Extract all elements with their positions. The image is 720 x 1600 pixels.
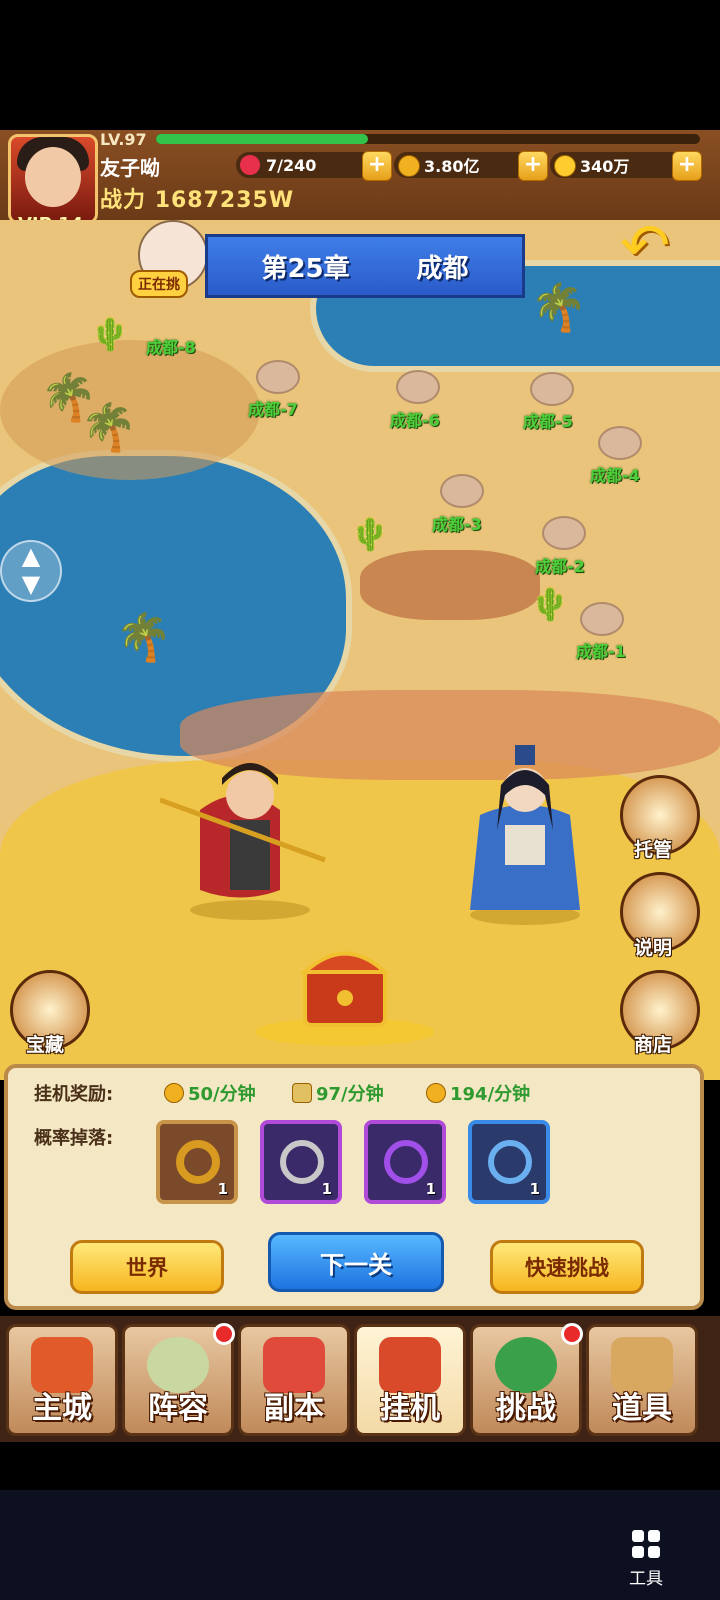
info-label: 说明 [634,937,673,959]
stage-node-5[interactable] [530,372,574,406]
back-arrow-icon[interactable]: ↶ [620,220,692,276]
drop-item-dragon-ring[interactable]: 1 [156,1120,238,1204]
grid-icon [632,1530,660,1558]
tools-label: 工具 [629,1569,663,1589]
stage-label-4[interactable]: 成都-4 [590,462,640,486]
system-bar: 工具 [0,1490,720,1600]
stage-label-2[interactable]: 成都-2 [535,553,585,577]
rate-exp: 97/分钟 [292,1080,384,1106]
stage-node-2[interactable] [542,516,586,550]
treasure-chest-icon[interactable] [250,940,440,1050]
chapter-map: 🌴 🌴 🌴 🌴 🌵 🌵 🌵 正在挑 第25章 成都 ↶ ▲ ▼ 成都-1 成都-2… [0,220,720,1080]
nav-main-city[interactable]: 主城 [6,1324,118,1436]
stage-label-6[interactable]: 成都-6 [390,407,440,431]
add-stamina-button[interactable]: + [362,151,392,181]
combat-power-value: 1687235W [154,188,295,213]
coin-icon [398,155,420,177]
nav-challenge[interactable]: 挑战 [470,1323,583,1436]
coin-icon [164,1083,184,1103]
drop-chance-label: 概率掉落: [34,1128,114,1149]
add-gold-button[interactable]: + [672,151,702,181]
notification-dot [561,1323,583,1345]
shop-label: 商店 [634,1034,673,1056]
idle-reward-panel: 挂机奖励: 50/分钟 97/分钟 194/分钟 概率掉落: 1 1 1 1 世… [4,1064,704,1310]
silver-coin-icon [426,1083,446,1103]
heart-icon [240,155,260,175]
stage-node-6[interactable] [396,370,440,404]
player-name: 友子呦 [100,156,160,180]
xp-bar-fill [156,134,369,144]
stamina-counter: 7/240 [236,152,376,178]
stage-label-3[interactable]: 成都-3 [432,511,482,535]
chapter-banner: 第25章 成都 [205,234,525,298]
combat-power-label: 战力 [100,188,147,213]
gold-icon [554,155,576,177]
tools-button[interactable]: 工具 [618,1530,674,1589]
player-header: VIP 14 LV.97 友子呦 战力 1687235W 7/240 + 3.8… [0,130,720,235]
rate-silver: 194/分钟 [426,1080,530,1106]
drop-item-jade-ring[interactable]: 1 [260,1120,342,1204]
player-hero-sprite [160,763,326,920]
ring-icon [384,1140,428,1184]
exp-icon [292,1083,312,1103]
add-silver-button[interactable]: + [518,151,548,181]
drop-item-purple-ring[interactable]: 1 [364,1120,446,1204]
treasure-label: 宝藏 [26,1034,65,1056]
ring-icon [176,1140,220,1184]
stage-node-7[interactable] [256,360,300,394]
chapter-city: 成都 [416,253,469,284]
current-stage-tag: 正在挑 [130,270,188,298]
nav-lineup[interactable]: 阵容 [122,1323,235,1436]
scroll-toggle-icon[interactable]: ▲ ▼ [0,540,62,602]
combat-power: 战力 1687235W [100,182,294,214]
chapter-number: 第25章 [261,253,350,284]
idle-reward-label: 挂机奖励: [34,1084,114,1105]
ring-icon [280,1140,324,1184]
next-stage-button[interactable]: 下一关 [268,1232,444,1292]
ring-icon [488,1140,532,1184]
stage-node-4[interactable] [598,426,642,460]
auto-battle-label: 托管 [634,839,673,861]
player-level: LV.97 [100,130,147,149]
nav-idle[interactable]: 挂机 [354,1324,466,1436]
world-button[interactable]: 世界 [70,1240,224,1294]
gold-value: 340万 [580,157,630,176]
stage-label-1[interactable]: 成都-1 [576,638,626,662]
nav-items[interactable]: 道具 [586,1324,698,1436]
stage-label-5[interactable]: 成都-5 [523,408,573,432]
silver-value: 3.80亿 [424,157,480,176]
stage-node-3[interactable] [440,474,484,508]
nav-dungeon[interactable]: 副本 [238,1324,350,1436]
stage-node-1[interactable] [580,602,624,636]
bottom-nav: 主城 阵容 副本 挂机 挑战 道具 [0,1316,720,1442]
stamina-value: 7/240 [266,155,317,175]
enemy-hero-sprite [470,745,580,925]
quick-challenge-button[interactable]: 快速挑战 [490,1240,644,1294]
notification-dot [213,1323,235,1345]
rate-coin: 50/分钟 [164,1080,256,1106]
stage-label-8[interactable]: 成都-8 [146,334,196,358]
xp-bar [156,134,700,144]
player-avatar[interactable] [8,134,98,224]
stage-label-7[interactable]: 成都-7 [248,396,298,420]
drop-item-blue-ring[interactable]: 1 [468,1120,550,1204]
